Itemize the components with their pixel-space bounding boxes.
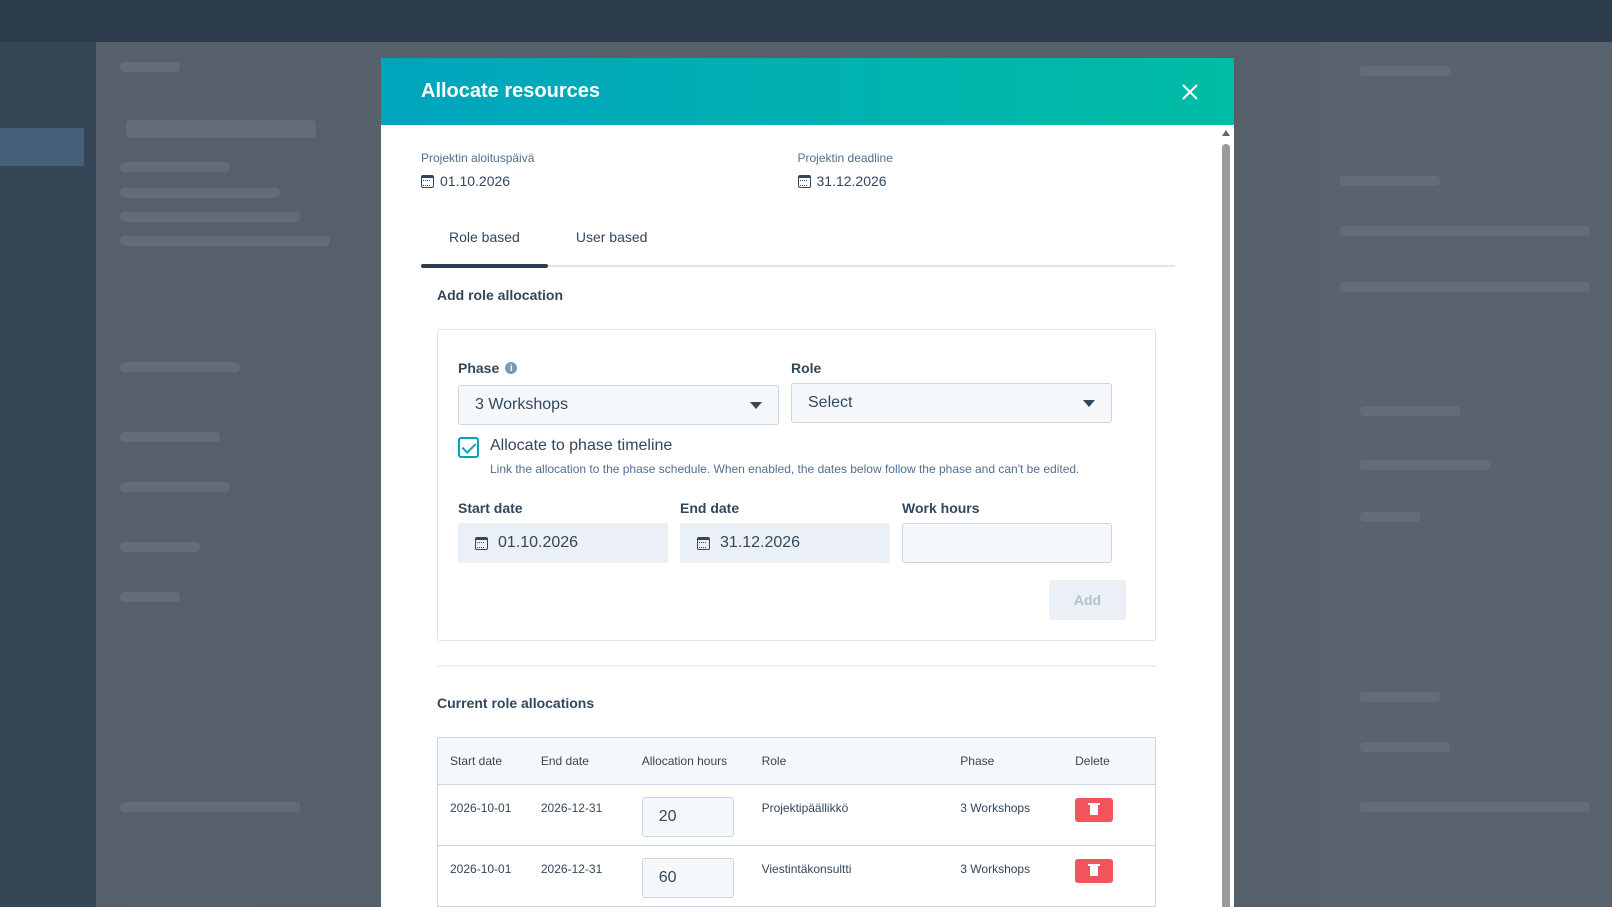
add-button[interactable]: Add bbox=[1049, 580, 1126, 620]
project-deadline-label: Projektin deadline bbox=[797, 151, 893, 165]
header-phase: Phase bbox=[960, 754, 995, 768]
modal-title: Allocate resources bbox=[421, 80, 600, 102]
project-dates: Projektin aloituspäivä 01.10.2026 Projek… bbox=[421, 151, 1174, 189]
row-role: Viestintäkonsultti bbox=[761, 862, 852, 876]
close-icon[interactable] bbox=[1178, 80, 1202, 104]
tab-role-based[interactable]: Role based bbox=[421, 229, 548, 268]
project-start-value: 01.10.2026 bbox=[440, 173, 511, 189]
phase-select[interactable]: 3 Workshops bbox=[458, 385, 779, 425]
header-allocation-hours: Allocation hours bbox=[641, 754, 728, 768]
table-row: 2026-10-01 2026-12-31 20 Projektipäällik… bbox=[438, 785, 1155, 846]
trash-icon bbox=[1088, 803, 1101, 815]
end-date-field: 31.12.2026 bbox=[680, 523, 890, 563]
row-start-date: 2026-10-01 bbox=[450, 862, 512, 876]
project-start-label: Projektin aloituspäivä bbox=[421, 151, 535, 165]
work-hours-input[interactable] bbox=[902, 523, 1112, 563]
row-role: Projektipäällikkö bbox=[761, 801, 849, 815]
delete-button[interactable] bbox=[1075, 859, 1114, 883]
table-row: 2026-10-01 2026-12-31 60 Viestintäkonsul… bbox=[438, 846, 1155, 907]
current-allocations-table: Start date End date Allocation hours Rol… bbox=[437, 737, 1156, 907]
row-end-date: 2026-12-31 bbox=[540, 862, 603, 876]
section-divider bbox=[437, 665, 1156, 667]
tab-user-based[interactable]: User based bbox=[548, 229, 676, 265]
add-role-allocation-title: Add role allocation bbox=[437, 287, 564, 303]
modal-header: Allocate resources bbox=[381, 58, 1234, 125]
allocation-hours-input[interactable]: 20 bbox=[641, 797, 734, 837]
project-start: Projektin aloituspäivä 01.10.2026 bbox=[421, 151, 798, 189]
trash-icon bbox=[1088, 864, 1101, 876]
end-date-label: End date bbox=[680, 500, 740, 516]
end-date-value: 31.12.2026 bbox=[720, 534, 801, 551]
start-date-value: 01.10.2026 bbox=[498, 534, 579, 551]
role-label: Role bbox=[791, 360, 822, 376]
row-end-date: 2026-12-31 bbox=[540, 801, 603, 815]
start-date-label: Start date bbox=[458, 500, 523, 516]
calendar-icon bbox=[475, 536, 488, 550]
allocate-to-phase-label[interactable]: Allocate to phase timeline bbox=[490, 437, 672, 455]
calendar-icon bbox=[421, 174, 434, 188]
row-phase: 3 Workshops bbox=[960, 862, 1031, 876]
row-phase: 3 Workshops bbox=[960, 801, 1031, 815]
current-role-allocations-title: Current role allocations bbox=[437, 695, 595, 711]
allocation-tabs: Role based User based bbox=[421, 229, 1175, 268]
add-role-allocation-form: Phase i 3 Workshops Role Select Allocate… bbox=[437, 329, 1156, 641]
allocation-hours-input[interactable]: 60 bbox=[641, 858, 734, 898]
role-select[interactable]: Select bbox=[791, 383, 1112, 423]
phase-label-text: Phase bbox=[458, 360, 500, 376]
role-select-value: Select bbox=[808, 394, 853, 411]
work-hours-label: Work hours bbox=[902, 500, 980, 516]
project-deadline: Projektin deadline 31.12.2026 bbox=[797, 151, 1175, 189]
header-start-date: Start date bbox=[450, 754, 503, 768]
modal-body: Projektin aloituspäivä 01.10.2026 Projek… bbox=[381, 125, 1234, 907]
start-date-field: 01.10.2026 bbox=[458, 523, 668, 563]
calendar-icon bbox=[697, 536, 710, 550]
calendar-icon bbox=[797, 174, 811, 188]
allocate-resources-modal: Allocate resources Projektin aloituspäiv… bbox=[381, 58, 1234, 907]
header-delete: Delete bbox=[1075, 754, 1110, 768]
header-end-date: End date bbox=[540, 754, 589, 768]
allocate-to-phase-checkbox[interactable] bbox=[458, 437, 479, 458]
info-icon[interactable]: i bbox=[505, 362, 518, 374]
delete-button[interactable] bbox=[1075, 798, 1114, 822]
header-role: Role bbox=[761, 754, 787, 768]
phase-label: Phase i bbox=[458, 360, 518, 376]
phase-select-value: 3 Workshops bbox=[475, 396, 569, 413]
table-header: Start date End date Allocation hours Rol… bbox=[438, 738, 1155, 785]
chevron-down-icon bbox=[1083, 400, 1095, 407]
allocate-to-phase-help: Link the allocation to the phase schedul… bbox=[490, 462, 1080, 476]
row-start-date: 2026-10-01 bbox=[450, 801, 512, 815]
project-deadline-value: 31.12.2026 bbox=[816, 173, 887, 189]
chevron-down-icon bbox=[750, 402, 762, 409]
